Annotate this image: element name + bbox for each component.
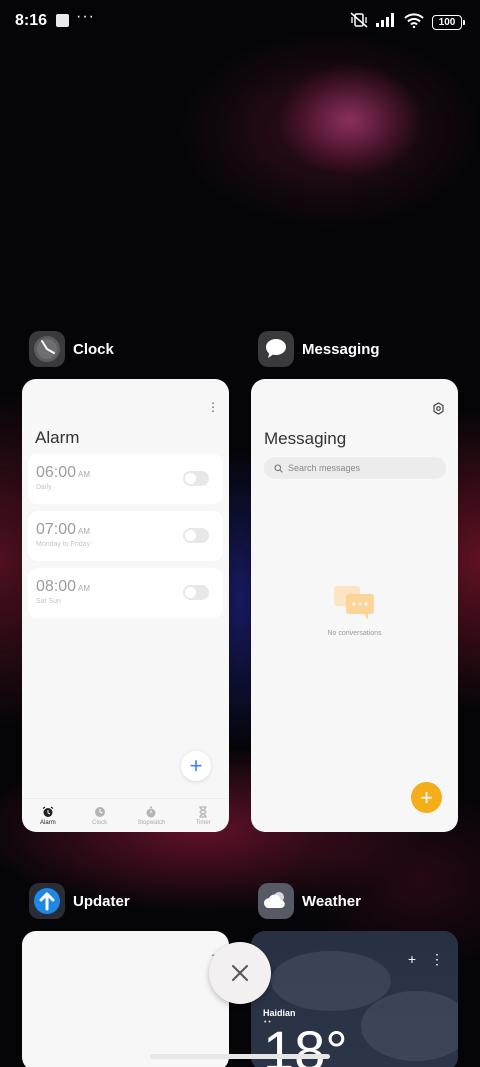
- clock-bottom-nav: Alarm Clock Stopwatch Timer: [22, 798, 229, 832]
- app-header-messaging[interactable]: Messaging: [258, 331, 380, 367]
- app-name-updater: Updater: [73, 892, 130, 910]
- timer-icon: [199, 805, 207, 818]
- messaging-title: Messaging: [264, 429, 347, 448]
- alarm-ampm: AM: [78, 470, 91, 479]
- app-name-messaging: Messaging: [302, 340, 380, 358]
- add-city-icon[interactable]: +: [408, 951, 416, 968]
- cloud-decoration: [361, 991, 458, 1061]
- updater-app-icon: [29, 883, 65, 919]
- clock-icon: [94, 806, 105, 817]
- wifi-icon: [404, 12, 424, 33]
- tab-clock[interactable]: Clock: [74, 799, 126, 832]
- tab-timer[interactable]: Timer: [177, 799, 229, 832]
- recent-card-updater[interactable]: ⋮: [22, 931, 229, 1067]
- app-header-updater[interactable]: Updater: [29, 883, 130, 919]
- alarm-repeat: Monday to Friday: [36, 541, 91, 548]
- alarm-time: 06:00: [36, 464, 77, 481]
- alarm-title: Alarm: [35, 428, 80, 447]
- alarm-repeat: Daily: [36, 484, 52, 491]
- tab-label: Timer: [195, 819, 211, 826]
- app-name-clock: Clock: [73, 340, 114, 358]
- status-bar: 8:16 ··· 100: [0, 0, 480, 44]
- alarm-time: 07:00: [36, 521, 77, 538]
- alarm-icon: [42, 806, 54, 817]
- settings-gear-icon[interactable]: [432, 402, 445, 420]
- weather-app-icon: [258, 883, 294, 919]
- add-alarm-button[interactable]: +: [181, 751, 211, 781]
- status-time: 8:16: [15, 12, 48, 29]
- new-message-button[interactable]: +: [411, 782, 442, 813]
- status-icons: 100: [350, 12, 465, 33]
- more-options-icon[interactable]: ⋮: [430, 951, 444, 968]
- app-name-weather: Weather: [302, 892, 361, 910]
- more-notifications-icon: ···: [76, 8, 95, 25]
- alarm-toggle[interactable]: [183, 528, 209, 543]
- search-placeholder: Search messages: [288, 463, 361, 473]
- recent-card-messaging[interactable]: Messaging Search messages No conversatio…: [251, 379, 458, 832]
- tab-label: Clock: [92, 819, 108, 826]
- weather-city: Haidian: [263, 1008, 296, 1018]
- weather-temperature: 18°: [263, 1019, 348, 1067]
- alarm-ampm: AM: [78, 584, 91, 593]
- tab-alarm[interactable]: Alarm: [22, 799, 74, 832]
- empty-state-text: No conversations: [327, 630, 382, 637]
- empty-conversations-icon: [334, 586, 374, 620]
- stopwatch-icon: [146, 806, 156, 817]
- app-header-weather[interactable]: Weather: [258, 883, 361, 919]
- weather-actions: + ⋮: [408, 951, 444, 968]
- alarm-item[interactable]: 08:00 AM Sat Sun: [28, 568, 223, 618]
- cloud-decoration: [271, 951, 391, 1011]
- search-input[interactable]: Search messages: [264, 457, 446, 479]
- alarm-toggle[interactable]: [183, 585, 209, 600]
- recent-card-clock[interactable]: ⋮ Alarm 06:00 AM Daily 07:00 AM Monday to …: [22, 379, 229, 832]
- alarm-item[interactable]: 06:00 AM Daily: [28, 454, 223, 504]
- app-header-clock[interactable]: Clock: [29, 331, 114, 367]
- tab-stopwatch[interactable]: Stopwatch: [126, 799, 178, 832]
- battery-icon: 100: [432, 15, 465, 30]
- clear-all-button[interactable]: [209, 942, 271, 1004]
- alarm-time: 08:00: [36, 578, 77, 595]
- alarm-item[interactable]: 07:00 AM Monday to Friday: [28, 511, 223, 561]
- alarm-toggle[interactable]: [183, 471, 209, 486]
- search-icon: [274, 463, 283, 473]
- close-icon: [232, 965, 248, 981]
- notification-square-icon: [56, 14, 69, 27]
- messaging-app-icon: [258, 331, 294, 367]
- tab-label: Alarm: [40, 819, 56, 826]
- recent-card-weather[interactable]: + ⋮ Haidian • • 18°: [251, 931, 458, 1067]
- tab-label: Stopwatch: [137, 819, 166, 826]
- home-indicator[interactable]: [150, 1054, 330, 1059]
- vibrate-off-icon: [350, 12, 368, 33]
- alarm-ampm: AM: [78, 527, 91, 536]
- clock-app-icon: [29, 331, 65, 367]
- signal-icon: [376, 13, 396, 32]
- alarm-repeat: Sat Sun: [36, 598, 61, 605]
- more-options-icon[interactable]: ⋮: [207, 400, 219, 414]
